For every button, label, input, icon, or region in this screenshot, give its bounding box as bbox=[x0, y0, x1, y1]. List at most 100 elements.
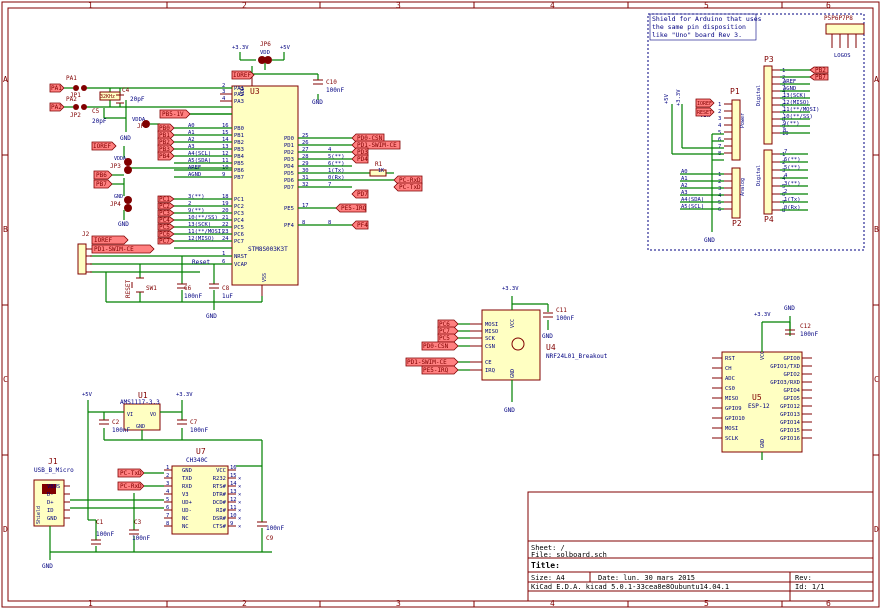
mcu-pin-name-pe5: PE5 bbox=[284, 206, 294, 212]
label-pa2: PA2 bbox=[51, 104, 62, 111]
r1-value: 1K bbox=[378, 168, 384, 174]
mcu-pin-name-pb1: PB1 bbox=[234, 133, 244, 139]
ch340-right-3: DTR# bbox=[213, 492, 227, 498]
col-1-bottom: 1 bbox=[88, 599, 93, 608]
nrf-v33: +3.3V bbox=[502, 286, 519, 292]
ioref-text: IOREF bbox=[233, 72, 251, 79]
usb-pin-4: GND bbox=[47, 516, 57, 522]
c10-ref: C10 bbox=[326, 79, 337, 86]
ch340-right-2: RTS# bbox=[213, 484, 227, 490]
ch340-nc-6: × bbox=[238, 516, 241, 522]
tb-id: Id: 1/1 bbox=[795, 583, 825, 591]
mcu-pin-name-pd0: PD0 bbox=[284, 136, 294, 142]
mcu-pin-name-pc4: PC4 bbox=[234, 218, 245, 224]
mcu-net-right-6: 8 bbox=[328, 220, 331, 226]
jp3-jp4: IOREF JP3 VDDA PB6 PB7 JP4 GND GND bbox=[91, 141, 132, 228]
ch340-left-2: RXD bbox=[182, 484, 192, 490]
p4-net-1: 6(**) bbox=[784, 157, 801, 163]
jp2-ref: JP2 bbox=[70, 112, 81, 119]
c6-value: 100nF bbox=[184, 293, 202, 300]
ch340-chip: U7 CH340C GND1TXD2RXD3V34UD+5UD-6NC7NC8V… bbox=[50, 439, 284, 553]
usb-ref: J1 bbox=[48, 457, 58, 466]
gnd-jp4: GND bbox=[118, 221, 129, 228]
row-d-right: D bbox=[874, 525, 879, 534]
ch340-pcrx: PC-RxD bbox=[120, 483, 142, 490]
p2-ref: P2 bbox=[732, 219, 742, 228]
tb-file: File: solboard.sch bbox=[531, 551, 607, 559]
ch340-nc-4: × bbox=[238, 500, 241, 506]
p2-pins-num-2: 2 bbox=[718, 179, 721, 185]
esp-right-6: GPIO12 bbox=[780, 404, 800, 410]
row-b-left: B bbox=[3, 225, 8, 234]
ch340-nc-7: × bbox=[238, 524, 241, 530]
gnd-c10: GND bbox=[312, 99, 323, 106]
usb-value: USB_B_Micro bbox=[34, 467, 74, 474]
tb-tool: KiCad E.D.A. kicad 5.0.1-33cea8e8Oubuntu… bbox=[531, 583, 729, 591]
p1-reset: RESET bbox=[697, 110, 712, 116]
col-1-top: 1 bbox=[88, 1, 93, 10]
arduino-headers: P1 Power 12345678 P3 Digital 12345678910… bbox=[664, 55, 829, 244]
ch340-left-num-4: 5 bbox=[166, 497, 169, 503]
esp-left-4: MISO bbox=[725, 396, 738, 402]
mcu-pin-name-pd6: PD6 bbox=[284, 178, 294, 184]
p2-net-0: A0 bbox=[681, 169, 688, 175]
mcu-pin-name-vcap: VCAP bbox=[234, 262, 248, 268]
note-line-1: Shield for Arduino that uses bbox=[652, 15, 762, 23]
mcu-ref: U3 bbox=[250, 87, 260, 96]
ch340-left-6: NC bbox=[182, 516, 189, 522]
pb5-text: PB5-1V bbox=[162, 111, 184, 118]
mcu-pin-name-pc1: PC1 bbox=[234, 197, 244, 203]
label-pd4: PD4 bbox=[357, 156, 368, 163]
esp-right-7: GPIO13 bbox=[780, 412, 800, 418]
ch340-ref: U7 bbox=[196, 447, 206, 456]
reg-value: AMS1117-3.3 bbox=[120, 399, 160, 406]
label-pc3: PC3 bbox=[159, 210, 170, 217]
ch340-right-1: R232 bbox=[213, 476, 226, 482]
r1-resistor: R1 1K bbox=[369, 161, 387, 177]
esp-right-3: GPIO3/RXD bbox=[770, 380, 800, 386]
p4-net-6: 1(Tx) bbox=[784, 197, 801, 203]
jp4-ref: JP4 bbox=[110, 201, 121, 208]
p2-net-1: A1 bbox=[681, 176, 688, 182]
p3-value: Digital bbox=[756, 85, 762, 106]
col-6-top: 6 bbox=[826, 1, 831, 10]
p1-pins-num-2: 2 bbox=[718, 109, 721, 115]
schematic-canvas: 1 2 3 4 5 6 1 2 3 4 5 6 A B C D A B C D … bbox=[1, 1, 880, 608]
mcu-value: STM8S003K3T bbox=[248, 246, 288, 253]
p3-ref: P3 bbox=[764, 55, 774, 64]
c6-ref: C6 bbox=[184, 285, 192, 292]
sw1-ref: SW1 bbox=[146, 285, 157, 292]
mcu-pin-name-pb5: PB5 bbox=[234, 161, 244, 167]
p1-v5: +5V bbox=[664, 93, 670, 104]
ch340-right-num-5: 11 bbox=[230, 505, 237, 511]
mcu-pin-name-pd3: PD3 bbox=[284, 157, 294, 163]
jp6-vdd: VDD bbox=[260, 50, 270, 56]
jp3-ref: JP3 bbox=[110, 163, 121, 170]
c8-value: 1uF bbox=[222, 293, 233, 300]
p2-net-5: A5(SCL) bbox=[681, 204, 704, 210]
col-3-top: 3 bbox=[396, 1, 401, 10]
mcu-net-left-2: A2 bbox=[188, 137, 195, 143]
p3-net-1: PB7 bbox=[815, 74, 826, 81]
mcu-pin-name-pb7: PB7 bbox=[234, 175, 244, 181]
mcu-pin-name-nrst: NRST bbox=[234, 254, 248, 260]
mcu-net-right-4: 0(Rx) bbox=[328, 175, 345, 181]
usb-pin-2: D+ bbox=[47, 500, 54, 506]
mcu-pin-name-pd2: PD2 bbox=[284, 150, 294, 156]
pb6-text: PB6 bbox=[96, 172, 107, 179]
c3-ref: C3 bbox=[134, 519, 142, 526]
esp-right-5: GPIO5 bbox=[783, 396, 800, 402]
esp-v33: +3.3V bbox=[754, 312, 771, 318]
label-pc5: PC5 bbox=[159, 224, 170, 231]
ch340-left-7: NC bbox=[182, 524, 189, 530]
logo-header-name: LOGOS bbox=[834, 53, 851, 59]
label-pd7: PD7 bbox=[357, 191, 368, 198]
ch340-left-num-5: 6 bbox=[166, 505, 169, 511]
mcu-net-right-2: 6(**) bbox=[328, 161, 345, 167]
note-line-3: like "Uno" board Rev 3. bbox=[652, 31, 742, 39]
p2-net-4: A4(SDA) bbox=[681, 197, 704, 203]
mcu-net-right-3: 1(Tx) bbox=[328, 168, 345, 174]
col-6-bottom: 6 bbox=[826, 599, 831, 608]
ch340-right-num-0: 16 bbox=[230, 465, 237, 471]
tb-size: Size: A4 bbox=[531, 574, 565, 582]
